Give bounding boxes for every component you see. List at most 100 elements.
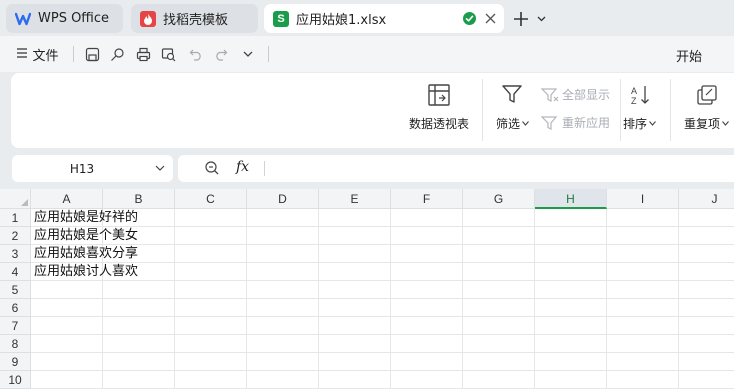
redo-icon[interactable] — [211, 42, 231, 66]
grid-line — [462, 209, 463, 389]
row-header-8[interactable]: 8 — [0, 335, 31, 353]
ribbon-divider — [482, 79, 483, 141]
row-header-1[interactable]: 1 — [0, 209, 31, 227]
duplicates-button[interactable]: 重复项 — [684, 115, 729, 132]
column-header-h[interactable]: H — [535, 189, 607, 209]
file-menu-label: 文件 — [32, 48, 59, 64]
tab-label: 应用姑娘1.xlsx — [296, 13, 387, 28]
pivot-table-icon[interactable] — [427, 83, 451, 107]
grid-line — [31, 334, 734, 335]
cell-a4[interactable]: 应用姑娘讨人喜欢 — [34, 263, 138, 281]
ribbon-panel: 数据透视表 筛选 全部显示 重新应用 AZ 排序 重复项 — [11, 73, 734, 148]
svg-text:A: A — [631, 86, 637, 96]
hamburger-menu-icon — [17, 47, 28, 62]
reapply-button[interactable]: 重新应用 — [541, 114, 610, 131]
row-header-2[interactable]: 2 — [0, 227, 31, 245]
insert-function-icon[interactable]: fx — [236, 159, 249, 175]
column-header-g[interactable]: G — [463, 189, 535, 209]
tab-bar: WPS Office 找稻壳模板 S 应用姑娘1.xlsx — [0, 0, 734, 36]
filter-funnel-icon[interactable] — [501, 83, 523, 105]
filter-label: 筛选 — [496, 117, 521, 131]
toolbar-divider — [73, 46, 74, 62]
column-header-b[interactable]: B — [103, 189, 175, 209]
filter-button[interactable]: 筛选 — [496, 115, 529, 132]
close-tab-icon[interactable] — [482, 10, 498, 26]
grid-line — [174, 209, 175, 389]
row-header-6[interactable]: 6 — [0, 299, 31, 317]
formula-input[interactable] — [270, 159, 734, 178]
duplicates-icon[interactable] — [696, 84, 718, 106]
chevron-down-icon — [522, 121, 529, 126]
grid-line — [246, 209, 247, 389]
reapply-funnel-icon — [541, 115, 558, 130]
column-header-c[interactable]: C — [175, 189, 247, 209]
pivot-table-button[interactable]: 数据透视表 — [409, 115, 469, 132]
wps-logo-icon — [15, 11, 31, 27]
cell-reference: H13 — [69, 161, 95, 176]
ribbon-divider — [670, 79, 671, 141]
tab-wps-office[interactable]: WPS Office — [6, 4, 123, 33]
chevron-down-icon — [649, 121, 656, 126]
duplicates-label: 重复项 — [684, 117, 721, 131]
formula-bar: fx — [178, 155, 734, 182]
docer-icon — [140, 10, 156, 27]
column-header-i[interactable]: I — [607, 189, 679, 209]
grid-line — [678, 209, 679, 389]
column-header-a[interactable]: A — [31, 189, 103, 209]
grid-line — [31, 370, 734, 371]
grid-line — [318, 209, 319, 389]
cell-a1[interactable]: 应用姑娘是好祥的 — [34, 209, 138, 227]
column-header-j[interactable]: J — [679, 189, 734, 209]
show-all-label: 全部显示 — [562, 88, 611, 102]
grid-line — [606, 209, 607, 389]
column-header-f[interactable]: F — [391, 189, 463, 209]
saved-check-icon — [463, 12, 476, 25]
tab-list-chevron-down-icon[interactable] — [535, 11, 547, 27]
export-pdf-icon[interactable] — [107, 42, 127, 66]
formula-bar-divider — [264, 161, 265, 176]
grid-line — [390, 209, 391, 389]
svg-text:Z: Z — [631, 96, 637, 106]
spreadsheet-s-icon: S — [273, 10, 289, 27]
cell-a2[interactable]: 应用姑娘是个美女 — [34, 227, 138, 245]
new-tab-plus-icon[interactable] — [510, 8, 532, 30]
save-icon[interactable] — [82, 42, 102, 66]
row-header-9[interactable]: 9 — [0, 353, 31, 371]
cell-a3[interactable]: 应用姑娘喜欢分享 — [34, 245, 138, 263]
customize-toolbar-chevron-icon[interactable] — [238, 42, 258, 66]
show-all-funnel-icon — [541, 87, 559, 102]
spreadsheet-grid[interactable]: A B C D E F G H I J 1 2 3 4 5 6 7 8 9 10 应用姑娘是好祥的 应用姑娘是个美女 应用姑… — [0, 189, 734, 389]
quick-access-toolbar: 文件 开始 — [0, 36, 734, 72]
sort-label: 排序 — [623, 117, 648, 131]
select-all-corner[interactable] — [0, 189, 31, 209]
column-header-d[interactable]: D — [247, 189, 319, 209]
undo-icon[interactable] — [186, 42, 206, 66]
tab-docer-templates[interactable]: 找稻壳模板 — [131, 4, 258, 33]
row-header-3[interactable]: 3 — [0, 245, 31, 263]
row-header-5[interactable]: 5 — [0, 281, 31, 299]
tab-label: 找稻壳模板 — [163, 13, 229, 28]
row-header-7[interactable]: 7 — [0, 317, 31, 335]
tab-spreadsheet-file[interactable]: S 应用姑娘1.xlsx — [264, 4, 504, 33]
row-header-4[interactable]: 4 — [0, 263, 31, 281]
print-icon[interactable] — [133, 42, 153, 66]
print-preview-icon[interactable] — [158, 42, 178, 66]
file-menu-button[interactable]: 文件 — [14, 42, 62, 66]
column-header-e[interactable]: E — [319, 189, 391, 209]
grid-line — [31, 352, 734, 353]
chevron-down-icon — [722, 121, 729, 126]
grid-line — [31, 298, 734, 299]
tab-label: WPS Office — [38, 11, 110, 26]
tab-home[interactable]: 开始 — [676, 46, 702, 65]
sort-az-icon[interactable]: AZ — [630, 84, 652, 106]
chevron-down-icon[interactable] — [155, 162, 165, 176]
name-box[interactable]: H13 — [12, 155, 173, 182]
show-all-button[interactable]: 全部显示 — [541, 86, 610, 103]
row-header-10[interactable]: 10 — [0, 371, 31, 389]
grid-line — [31, 316, 734, 317]
zoom-search-icon[interactable] — [204, 160, 220, 179]
grid-line — [534, 209, 535, 389]
reapply-label: 重新应用 — [562, 116, 611, 130]
toolbar-divider — [268, 46, 269, 62]
sort-button[interactable]: 排序 — [623, 115, 656, 132]
